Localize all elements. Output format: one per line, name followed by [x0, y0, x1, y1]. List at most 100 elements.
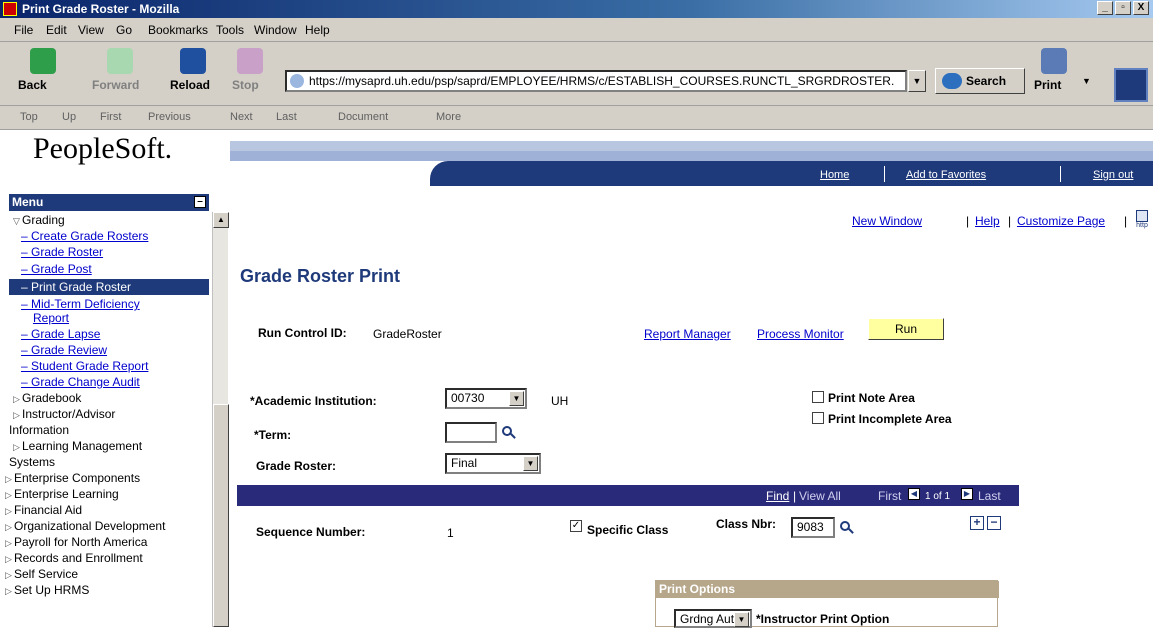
menu-go[interactable]: Go: [116, 23, 132, 37]
grading-auth-select[interactable]: Grdng Auth ▼: [674, 609, 752, 628]
menu-item-grade-change-audit[interactable]: – Grade Change Audit: [21, 376, 140, 389]
menu-help[interactable]: Help: [305, 23, 330, 37]
report-manager-link[interactable]: Report Manager: [644, 327, 731, 341]
home-link[interactable]: Home: [820, 169, 849, 181]
print-dropdown-arrow[interactable]: ▼: [1082, 76, 1091, 86]
sitenav-document[interactable]: Document: [338, 111, 388, 123]
menu-item-create-grade-rosters[interactable]: – Create Grade Rosters: [21, 230, 148, 243]
page-title: Grade Roster Print: [240, 266, 401, 286]
menu-item-records-enrollment[interactable]: ▷ Records and Enrollment: [5, 552, 143, 566]
grade-roster-value: Final: [451, 456, 478, 470]
sitenav-previous[interactable]: Previous: [148, 111, 191, 123]
menu-item-grade-post[interactable]: – Grade Post: [21, 263, 92, 276]
sitenav-more[interactable]: More: [436, 111, 461, 123]
menu-window[interactable]: Window: [254, 23, 297, 37]
term-input[interactable]: [445, 422, 497, 443]
url-text: https://mysaprd.uh.edu/psp/saprd/EMPLOYE…: [309, 74, 895, 88]
print-button[interactable]: Print: [1034, 46, 1074, 92]
customize-page-link[interactable]: Customize Page: [1017, 214, 1105, 228]
stop-button[interactable]: Stop: [232, 46, 268, 92]
menu-item-grade-roster[interactable]: – Grade Roster: [21, 246, 103, 259]
delete-row-button[interactable]: −: [987, 516, 1001, 530]
new-window-link[interactable]: New Window: [852, 214, 922, 228]
collapse-menu-button[interactable]: –: [194, 196, 206, 208]
print-incomplete-area-checkbox[interactable]: [812, 412, 824, 424]
menu-tools[interactable]: Tools: [216, 23, 244, 37]
back-button[interactable]: Back: [18, 46, 68, 92]
sitenav-top[interactable]: Top: [20, 111, 38, 123]
run-button[interactable]: Run: [868, 318, 944, 340]
mozilla-throbber-icon: [1114, 68, 1148, 102]
http-icon[interactable]: http: [1133, 210, 1151, 232]
chevron-down-icon[interactable]: ▼: [734, 612, 749, 627]
sitenav-last[interactable]: Last: [276, 111, 297, 123]
grade-roster-label: Grade Roster:: [256, 459, 337, 473]
sign-out-link[interactable]: Sign out: [1093, 169, 1133, 181]
sequence-number-value: 1: [447, 526, 454, 540]
site-favicon-icon: [290, 74, 304, 88]
menu-file[interactable]: File: [14, 23, 33, 37]
minimize-button[interactable]: _: [1097, 1, 1113, 15]
url-history-dropdown[interactable]: ▼: [908, 70, 926, 92]
window-title: Print Grade Roster - Mozilla: [22, 2, 180, 16]
term-lookup-search-icon[interactable]: [502, 426, 516, 440]
menu-item-instructor-advisor[interactable]: ▷ Instructor/Advisor: [13, 408, 115, 422]
print-note-area-label: Print Note Area: [828, 391, 915, 405]
menu-scrollbar[interactable]: ▲: [212, 212, 229, 627]
menu-item-learning-management[interactable]: ▷ Learning Management: [13, 440, 142, 454]
forward-button[interactable]: Forward: [92, 46, 148, 92]
menu-edit[interactable]: Edit: [46, 23, 67, 37]
grade-roster-select[interactable]: Final ▼: [445, 453, 541, 474]
specific-class-checkbox[interactable]: ✓: [570, 520, 582, 532]
menu-view[interactable]: View: [78, 23, 104, 37]
sitenav-up[interactable]: Up: [62, 111, 76, 123]
menu-item-instructor-advisor-cont[interactable]: Information: [9, 424, 69, 437]
menu-item-financial-aid[interactable]: ▷ Financial Aid: [5, 504, 82, 518]
scrollbar-thumb[interactable]: [213, 404, 229, 627]
chevron-down-icon[interactable]: ▼: [509, 391, 524, 406]
process-monitor-link[interactable]: Process Monitor: [757, 327, 844, 341]
chevron-down-icon[interactable]: ▼: [523, 456, 538, 471]
sitenav-next[interactable]: Next: [230, 111, 253, 123]
menu-item-grade-review[interactable]: – Grade Review: [21, 344, 107, 357]
menu-item-self-service[interactable]: ▷ Self Service: [5, 568, 78, 582]
class-nbr-input[interactable]: 9083: [791, 517, 835, 538]
find-link[interactable]: Find: [766, 489, 789, 503]
menu-item-learning-management-cont[interactable]: Systems: [9, 456, 55, 469]
window-title-bar: Print Grade Roster - Mozilla _ ▫ X: [0, 0, 1153, 18]
next-row-icon[interactable]: ▶: [961, 488, 973, 500]
add-row-button[interactable]: +: [970, 516, 984, 530]
class-nbr-lookup-search-icon[interactable]: [840, 521, 854, 535]
add-to-favorites-link[interactable]: Add to Favorites: [906, 169, 986, 181]
menu-item-enterprise-components[interactable]: ▷ Enterprise Components: [5, 472, 140, 486]
close-button[interactable]: X: [1133, 1, 1149, 15]
left-menu: Menu – ▽ Grading – Create Grade Rosters –…: [5, 194, 209, 627]
print-note-area-checkbox[interactable]: [812, 391, 824, 403]
header-band-lower: [230, 151, 1153, 161]
scroll-up-arrow-icon[interactable]: ▲: [213, 212, 229, 228]
back-label: Back: [18, 78, 47, 92]
menu-item-enterprise-learning[interactable]: ▷ Enterprise Learning: [5, 488, 119, 502]
term-label: *Term:: [254, 428, 292, 442]
academic-institution-desc: UH: [551, 394, 569, 408]
url-input[interactable]: https://mysaprd.uh.edu/psp/saprd/EMPLOYE…: [285, 70, 907, 92]
menu-item-student-grade-report[interactable]: – Student Grade Report: [21, 360, 148, 373]
view-all-link[interactable]: View All: [799, 489, 841, 503]
menu-item-grade-lapse[interactable]: – Grade Lapse: [21, 328, 100, 341]
reload-button[interactable]: Reload: [170, 46, 216, 92]
menu-bookmarks[interactable]: Bookmarks: [148, 23, 208, 37]
menu-item-payroll[interactable]: ▷ Payroll for North America: [5, 536, 147, 550]
maximize-button[interactable]: ▫: [1115, 1, 1131, 15]
menu-item-organizational-development[interactable]: ▷ Organizational Development: [5, 520, 165, 534]
menu-item-set-up-hrms[interactable]: ▷ Set Up HRMS: [5, 584, 89, 598]
search-button[interactable]: Search: [935, 68, 1025, 94]
previous-row-icon[interactable]: ◀: [908, 488, 920, 500]
menu-item-grading[interactable]: ▽ Grading: [13, 214, 65, 228]
menu-item-mid-term-deficiency[interactable]: – Mid-Term Deficiency: [21, 298, 140, 311]
menu-item-gradebook[interactable]: ▷ Gradebook: [13, 392, 81, 406]
sitenav-first[interactable]: First: [100, 111, 121, 123]
menu-item-print-grade-roster[interactable]: – Print Grade Roster: [9, 279, 209, 295]
academic-institution-select[interactable]: 00730 ▼: [445, 388, 527, 409]
menu-item-mid-term-deficiency-report[interactable]: Report: [33, 312, 69, 325]
help-link[interactable]: Help: [975, 214, 1000, 228]
